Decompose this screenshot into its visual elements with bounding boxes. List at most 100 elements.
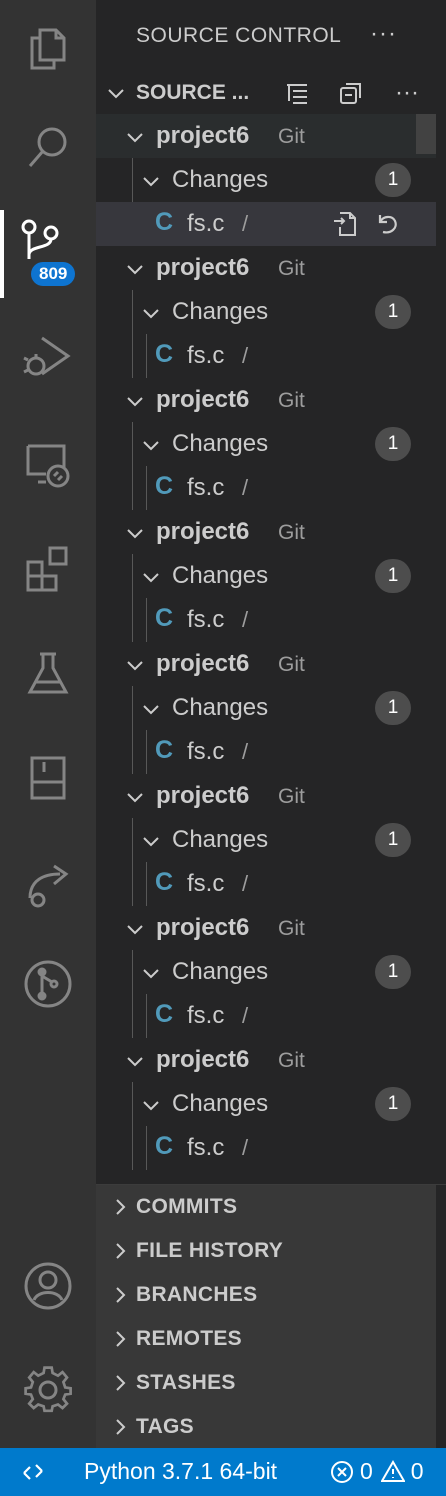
repo-row[interactable]: project6 Git (96, 642, 436, 686)
repo-name: project6 (156, 1046, 250, 1073)
changed-file-row[interactable]: Cfs.c / (96, 994, 436, 1038)
changes-group-row[interactable]: Changes 1 (96, 686, 436, 730)
repo-name: project6 (156, 254, 250, 281)
changes-count-badge: 1 (375, 559, 411, 593)
panel-label: COMMITS (136, 1195, 238, 1218)
repo-name: project6 (156, 914, 250, 941)
panel-stashes[interactable]: STASHES (96, 1361, 436, 1405)
changes-label: Changes (172, 166, 269, 193)
file-name: fs.c (187, 870, 225, 897)
section-title: SOURCE ... (136, 81, 250, 104)
panel-label: REMOTES (136, 1327, 242, 1350)
changes-group-row[interactable]: Changes 1 (96, 422, 436, 466)
error-count: 0 (360, 1458, 373, 1484)
repo-row[interactable]: project6 Git (96, 114, 436, 158)
repo-row[interactable]: project6 Git (96, 1038, 436, 1082)
panel-file-history[interactable]: FILE HISTORY (96, 1229, 436, 1273)
settings-gear-icon[interactable] (0, 1346, 96, 1434)
chevron-right-icon (116, 1375, 126, 1391)
panel-remotes[interactable]: REMOTES (96, 1317, 436, 1361)
view-as-tree-button[interactable] (282, 80, 312, 106)
python-interpreter-button[interactable]: Python 3.7.1 64-bit (84, 1458, 277, 1485)
chevron-down-icon (127, 793, 143, 803)
changed-file-row[interactable]: Cfs.c / (96, 730, 436, 774)
chevron-down-icon (143, 705, 159, 715)
file-name: fs.c (187, 474, 225, 501)
scm-count-badge: 809 (31, 262, 76, 286)
source-control-icon[interactable]: 809 (0, 210, 96, 298)
c-file-icon: C (155, 736, 174, 764)
sidebar-header: SOURCE CONTROL ··· (96, 0, 446, 72)
changed-file-row[interactable]: Cfs.c / (96, 598, 436, 642)
changes-group-row[interactable]: Changes 1 (96, 818, 436, 862)
panel-label: BRANCHES (136, 1283, 258, 1306)
status-bar: Python 3.7.1 64-bit 0 0 (0, 1448, 446, 1496)
c-file-icon: C (155, 868, 174, 896)
explorer-icon[interactable] (0, 4, 96, 92)
changes-label: Changes (172, 958, 269, 985)
changes-group-row[interactable]: Changes 1 (96, 950, 436, 994)
chevron-down-icon (127, 1057, 143, 1067)
list-tree-icon (287, 84, 307, 104)
c-file-icon: C (155, 1000, 174, 1028)
live-share-icon[interactable] (0, 840, 96, 928)
warning-count: 0 (410, 1458, 424, 1484)
repo-row[interactable]: project6 Git (96, 246, 436, 290)
chevron-right-icon (116, 1199, 126, 1215)
changes-group-row[interactable]: Changes 1 (96, 290, 436, 334)
extensions-icon[interactable] (0, 524, 96, 612)
search-icon[interactable] (0, 104, 96, 192)
tree-scrollbar-thumb[interactable] (416, 114, 436, 154)
repo-row[interactable]: project6 Git (96, 774, 436, 818)
file-path: / (242, 607, 249, 632)
file-name: fs.c (187, 738, 225, 765)
changed-file-row[interactable]: Cfs.c / (96, 862, 436, 906)
panel-commits[interactable]: COMMITS (96, 1185, 436, 1229)
changes-count-badge: 1 (375, 691, 411, 725)
bookmarks-icon[interactable] (0, 734, 96, 822)
remote-explorer-icon[interactable] (0, 420, 96, 508)
repo-name: project6 (156, 782, 250, 809)
changes-group-row[interactable]: Changes 1 (96, 158, 436, 202)
error-icon (331, 1460, 353, 1483)
changed-file-row[interactable]: Cfs.c / (96, 466, 436, 510)
repo-type: Git (278, 125, 305, 148)
changes-count-badge: 1 (375, 163, 411, 197)
run-debug-icon[interactable] (0, 312, 96, 400)
changes-group-row[interactable]: Changes 1 (96, 554, 436, 598)
c-file-icon: C (155, 340, 174, 368)
changes-group-row[interactable]: Changes 1 (96, 1082, 436, 1126)
problems-button[interactable]: 0 0 (330, 1458, 424, 1485)
open-file-button[interactable] (330, 209, 360, 239)
collapse-all-button[interactable] (336, 80, 366, 106)
sidebar-more-actions-button[interactable]: ··· (370, 20, 397, 48)
repo-row[interactable]: project6 Git (96, 906, 436, 950)
repo-row[interactable]: project6 Git (96, 510, 436, 554)
panel-tags[interactable]: TAGS (96, 1405, 436, 1449)
repo-name: project6 (156, 650, 250, 677)
c-file-icon: C (155, 208, 174, 236)
panel-label: TAGS (136, 1415, 194, 1438)
discard-changes-button[interactable] (372, 209, 402, 239)
accounts-icon[interactable] (0, 1242, 96, 1330)
section-more-actions-button[interactable]: ··· (392, 79, 422, 106)
file-path: / (242, 343, 249, 368)
repo-name: project6 (156, 122, 250, 149)
remote-indicator-button[interactable] (0, 1448, 66, 1496)
chevron-down-icon (143, 969, 159, 979)
source-control-section-header[interactable]: SOURCE ... ··· (96, 72, 446, 114)
changed-file-row[interactable]: Cfs.c / (96, 202, 436, 246)
activity-bar: 809 (0, 0, 96, 1448)
panel-branches[interactable]: BRANCHES (96, 1273, 436, 1317)
chevron-right-icon (116, 1331, 126, 1347)
testing-icon[interactable] (0, 630, 96, 718)
repo-row[interactable]: project6 Git (96, 378, 436, 422)
gitlens-icon[interactable] (0, 940, 96, 1028)
changed-file-row[interactable]: Cfs.c / (96, 334, 436, 378)
repo-type: Git (278, 653, 305, 676)
chevron-down-icon (143, 441, 159, 451)
collapse-all-icon (340, 83, 361, 104)
changes-label: Changes (172, 430, 269, 457)
changed-file-row[interactable]: Cfs.c / (96, 1126, 436, 1170)
file-name: fs.c (187, 1002, 225, 1029)
